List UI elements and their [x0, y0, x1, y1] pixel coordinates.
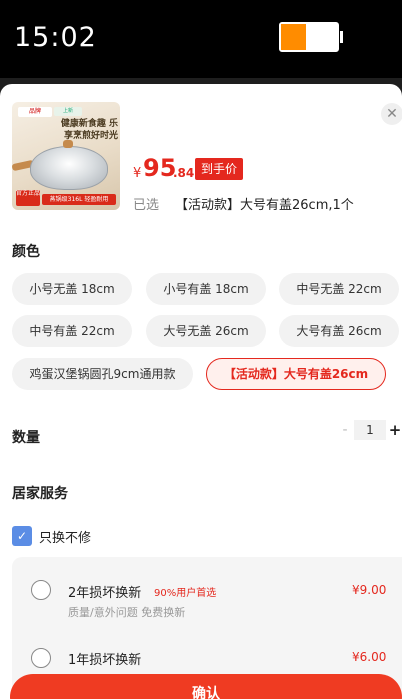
shield-check-icon: ✓	[12, 526, 32, 546]
plan-hint-2yr: 90%用户首选	[154, 588, 217, 599]
image-brand-label: 品牌	[18, 107, 52, 117]
battery-icon	[279, 22, 339, 52]
sku-selector-sheet: 品牌 上新 健康新食趣 乐享烹煎好时光 官方正品 蒸锅级316L 轻盈耐用 ✕ …	[0, 84, 402, 699]
lid-knob-graphic	[63, 140, 73, 148]
plan-desc-2yr: 质量/意外问题 免费换新	[68, 606, 186, 619]
plan-price-1yr: ¥6.00	[352, 650, 387, 664]
price-decimal: .84	[173, 166, 195, 180]
close-icon: ✕	[386, 106, 398, 122]
battery-cap	[340, 31, 343, 43]
battery-level	[281, 24, 307, 50]
pot-graphic	[30, 146, 108, 190]
service-option-replace-only[interactable]: ✓ 只换不修	[12, 526, 91, 546]
plan-radio-1yr[interactable]	[31, 648, 51, 668]
color-option-medium-no-lid[interactable]: 中号无盖 22cm	[279, 273, 399, 305]
image-headline: 健康新食趣 乐享烹煎好时光	[60, 119, 118, 141]
color-option-small-no-lid[interactable]: 小号无盖 18cm	[12, 273, 132, 305]
close-button[interactable]: ✕	[381, 103, 402, 125]
quantity-input[interactable]: 1	[354, 420, 386, 440]
image-tag: 上新	[54, 107, 82, 116]
color-option-promo-large-lid[interactable]: 【活动款】大号有盖26cm	[206, 358, 386, 390]
confirm-button[interactable]: 确认	[10, 674, 402, 699]
color-option-large-no-lid[interactable]: 大号无盖 26cm	[146, 315, 266, 347]
selected-label: 已选	[133, 198, 160, 213]
image-bottom-banner: 蒸锅级316L 轻盈耐用	[42, 194, 116, 205]
selected-summary: 已选 【活动款】大号有盖26cm,1个	[133, 194, 354, 213]
color-option-large-lid[interactable]: 大号有盖 26cm	[279, 315, 399, 347]
plan-name-1yr: 1年损坏换新	[68, 653, 142, 668]
quantity-label: 数量	[12, 430, 40, 446]
plan-radio-2yr[interactable]	[31, 580, 51, 600]
price-currency: ¥	[133, 166, 142, 181]
home-service-title: 居家服务	[12, 486, 68, 502]
image-badge: 官方正品	[16, 190, 40, 206]
quantity-increase-button[interactable]: +	[388, 420, 402, 440]
service-option-label: 只换不修	[39, 530, 92, 546]
plan-price-2yr: ¥9.00	[352, 583, 387, 597]
color-option-egg-burger-pan[interactable]: 鸡蛋汉堡锅圆孔9cm通用款	[12, 358, 193, 390]
price-integer: 95	[143, 154, 177, 182]
color-option-small-lid[interactable]: 小号有盖 18cm	[146, 273, 266, 305]
quantity-decrease-button[interactable]: -	[338, 420, 352, 440]
color-option-medium-lid[interactable]: 中号有盖 22cm	[12, 315, 132, 347]
selected-value: 【活动款】大号有盖26cm,1个	[175, 198, 354, 213]
color-section-title: 颜色	[12, 244, 40, 260]
product-thumbnail[interactable]: 品牌 上新 健康新食趣 乐享烹煎好时光 官方正品 蒸锅级316L 轻盈耐用	[12, 102, 120, 210]
status-bar: 15:02	[0, 0, 402, 78]
final-price-tag: 到手价	[195, 158, 243, 180]
status-time: 15:02	[14, 22, 97, 53]
plan-name-2yr: 2年损坏换新	[68, 586, 142, 601]
